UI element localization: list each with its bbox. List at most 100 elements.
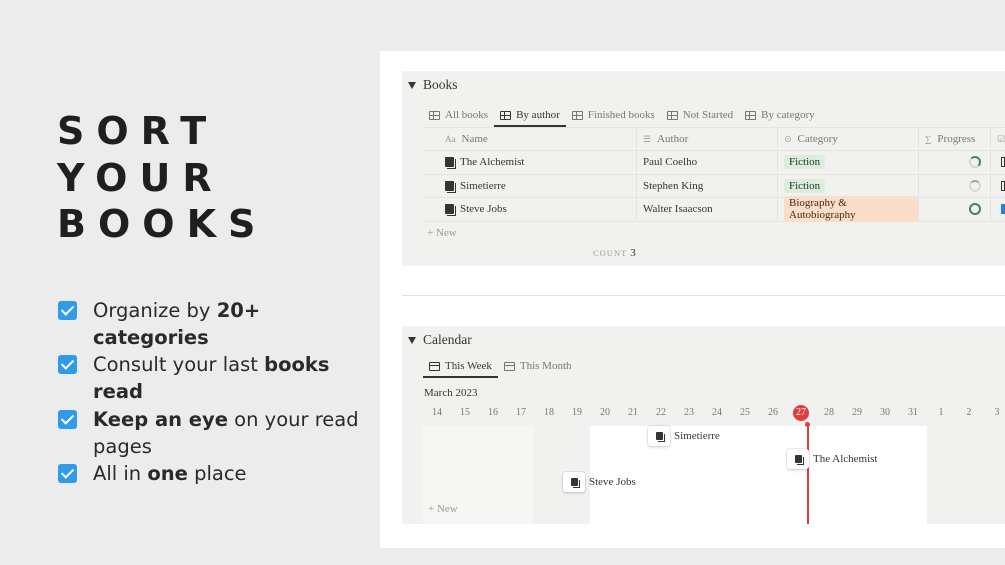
lines-icon: ☰ xyxy=(643,133,652,144)
hero-title: SORT YOUR BOOKS xyxy=(57,108,267,248)
day-label: 30 xyxy=(880,407,890,418)
done-cell[interactable] xyxy=(991,151,1005,174)
column-header-name[interactable]: Aa Name xyxy=(423,128,637,150)
table-header-row: Aa Name ☰ Author ⊙ Category ∑ Progress ☑ xyxy=(423,127,1005,151)
books-toggle[interactable]: Books xyxy=(402,77,458,93)
done-checkbox[interactable] xyxy=(1001,204,1005,215)
category-cell[interactable]: Biography & Autobiography xyxy=(778,196,919,223)
feature-text: Organize by 20+ categories xyxy=(93,299,261,349)
hero-line-2: YOUR xyxy=(57,155,224,200)
calendar-title: Calendar xyxy=(423,332,472,347)
tab-not-started[interactable]: Not Started xyxy=(661,103,739,127)
notion-screenshot-panel: Books All books By author Finished books… xyxy=(380,51,1005,548)
category-cell[interactable]: Fiction xyxy=(778,151,919,174)
tab-by-category[interactable]: By category xyxy=(739,103,820,127)
table-icon xyxy=(745,110,757,120)
event-chip[interactable] xyxy=(563,472,585,492)
table-icon xyxy=(500,110,512,120)
toggle-triangle-icon[interactable] xyxy=(408,336,416,344)
calendar-event[interactable]: Simetierre xyxy=(648,426,720,446)
day-label: 1 xyxy=(938,407,944,418)
day-label: 16 xyxy=(488,407,498,418)
category-cell[interactable]: Fiction xyxy=(778,174,919,197)
progress-cell xyxy=(919,174,991,197)
event-chip[interactable] xyxy=(648,426,670,446)
books-table: Aa Name ☰ Author ⊙ Category ∑ Progress ☑ The… xyxy=(423,127,1005,245)
hero-line-3: BOOKS xyxy=(57,202,268,246)
column-header-done[interactable]: ☑ xyxy=(991,128,1005,150)
column-header-category[interactable]: ⊙ Category xyxy=(778,128,919,150)
tab-this-week[interactable]: This Week xyxy=(423,354,498,378)
done-cell[interactable] xyxy=(991,175,1005,198)
current-date-line xyxy=(805,422,810,524)
name-cell[interactable]: Simetierre xyxy=(423,174,637,197)
feature-item: Consult your last books read xyxy=(58,351,368,405)
progress-ring-icon xyxy=(969,179,981,192)
category-tag: Biography & Autobiography xyxy=(784,196,918,223)
books-view-tabs: All books By author Finished books Not S… xyxy=(423,103,821,127)
table-row[interactable]: Simetierre Stephen King Fiction xyxy=(423,174,1005,198)
day-label: 17 xyxy=(516,407,526,418)
calendar-event[interactable]: Steve Jobs xyxy=(563,472,636,492)
page-icon xyxy=(794,455,804,465)
books-title: Books xyxy=(423,77,458,92)
day-label: 29 xyxy=(852,407,862,418)
name-cell[interactable]: Steve Jobs xyxy=(423,198,637,221)
name-cell[interactable]: The Alchemist xyxy=(423,151,637,174)
tab-by-author[interactable]: By author xyxy=(494,103,566,127)
toggle-triangle-icon[interactable] xyxy=(408,81,416,89)
divider xyxy=(402,295,1005,296)
checkbox-checked-icon xyxy=(58,410,77,429)
text-type-icon: Aa xyxy=(445,134,456,144)
day-label: 23 xyxy=(684,407,694,418)
feature-text: Keep an eye on your read pages xyxy=(93,408,359,458)
day-label: 2 xyxy=(966,407,972,418)
column-header-progress[interactable]: ∑ Progress xyxy=(919,128,991,150)
page-icon xyxy=(570,478,580,488)
checkbox-checked-icon xyxy=(58,301,77,320)
done-cell[interactable] xyxy=(991,198,1005,221)
progress-ring-icon xyxy=(969,156,981,169)
checkbox-icon: ☑ xyxy=(997,133,1005,144)
day-label: 3 xyxy=(994,407,1000,418)
hero-line-1: SORT xyxy=(57,109,219,153)
page-icon xyxy=(445,180,456,193)
tab-all-books[interactable]: All books xyxy=(423,103,494,127)
day-label: 31 xyxy=(908,407,918,418)
calendar-event[interactable]: The Alchemist xyxy=(787,449,877,469)
calendar-icon xyxy=(503,361,515,371)
author-cell[interactable]: Stephen King xyxy=(637,174,778,197)
books-database: Books All books By author Finished books… xyxy=(402,71,1005,266)
new-event-button[interactable]: + New xyxy=(428,503,458,515)
day-label: 14 xyxy=(432,407,442,418)
table-row[interactable]: The Alchemist Paul Coelho Fiction xyxy=(423,151,1005,175)
table-icon xyxy=(429,110,440,120)
count-summary[interactable]: COUNT 3 xyxy=(593,247,636,259)
calendar-icon xyxy=(429,361,440,371)
calendar-toggle[interactable]: Calendar xyxy=(402,332,472,348)
timeline-grid[interactable]: Simetierre The Alchemist Steve Jobs + Ne… xyxy=(423,422,1005,524)
table-icon xyxy=(571,110,583,120)
checkbox-checked-icon xyxy=(58,464,77,483)
table-row[interactable]: Steve Jobs Walter Isaacson Biography & A… xyxy=(423,196,1005,223)
author-cell[interactable]: Paul Coelho xyxy=(637,151,778,174)
select-icon: ⊙ xyxy=(784,133,792,144)
feature-item: All in one place xyxy=(58,460,368,487)
day-label: 22 xyxy=(656,407,666,418)
feature-item: Organize by 20+ categories xyxy=(58,297,368,351)
column-header-author[interactable]: ☰ Author xyxy=(637,128,778,150)
event-chip[interactable] xyxy=(787,449,809,469)
tab-finished-books[interactable]: Finished books xyxy=(566,103,661,127)
author-cell[interactable]: Walter Isaacson xyxy=(637,198,778,221)
feature-text: All in one place xyxy=(93,462,247,485)
day-label: 20 xyxy=(600,407,610,418)
done-checkbox[interactable] xyxy=(1001,157,1005,168)
page-icon xyxy=(445,204,456,217)
day-label: 28 xyxy=(824,407,834,418)
feature-item: Keep an eye on your read pages xyxy=(58,406,368,460)
tab-this-month[interactable]: This Month xyxy=(498,354,578,378)
done-checkbox[interactable] xyxy=(1001,180,1005,191)
page-icon xyxy=(445,157,456,170)
new-row-button[interactable]: + New xyxy=(423,222,1005,245)
progress-cell xyxy=(919,198,991,221)
